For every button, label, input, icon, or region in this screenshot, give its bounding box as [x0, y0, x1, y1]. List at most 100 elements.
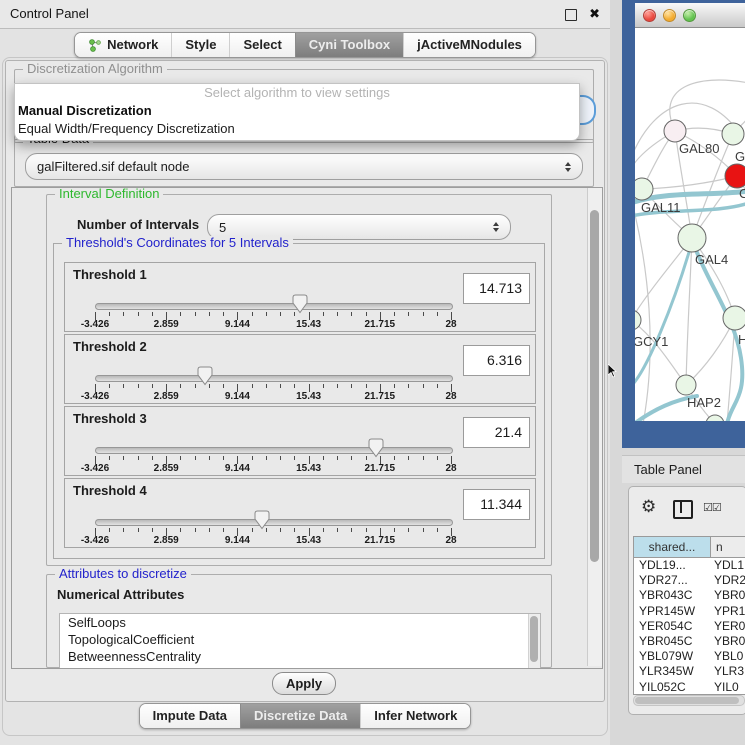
table-row[interactable]: YBR045CYBR0: [634, 634, 745, 649]
tick-mark: [437, 312, 438, 316]
zoom-button[interactable]: [683, 9, 696, 22]
tab-discretize-data[interactable]: Discretize Data: [240, 704, 360, 728]
list-item-betweennesscentrality[interactable]: BetweennessCentrality: [60, 648, 540, 665]
network-node-g[interactable]: [722, 123, 744, 145]
spinner-arrows-icon[interactable]: [558, 162, 582, 172]
table-row[interactable]: YDR27...YDR2: [634, 573, 745, 588]
tick-mark: [252, 456, 253, 460]
table-row[interactable]: YBL079WYBL0: [634, 649, 745, 664]
checkbox-icon[interactable]: ☑☑: [703, 501, 721, 514]
slider-thumb[interactable]: [254, 510, 270, 535]
list-item-topologicalcoefficient[interactable]: TopologicalCoefficient: [60, 631, 540, 648]
network-node-hap2[interactable]: [676, 375, 696, 395]
spinner-arrows-icon[interactable]: [486, 222, 510, 232]
network-canvas[interactable]: GAL80GCGAL11GAL4GCY1HHAP2: [635, 28, 745, 421]
node-attribute-table[interactable]: shared...n YDL19...YDL1YDR27...YDR2YBR04…: [633, 536, 745, 695]
tab-jactivemnodules[interactable]: jActiveMNodules: [403, 33, 535, 57]
threshold-value-field[interactable]: 21.4: [463, 417, 530, 448]
node-label: GCY1: [635, 334, 668, 349]
slider-track[interactable]: [95, 519, 453, 526]
column-header-shared-[interactable]: shared...: [634, 537, 711, 557]
tab-select[interactable]: Select: [229, 33, 294, 57]
network-node-gal80[interactable]: [664, 120, 686, 142]
slider-track[interactable]: [95, 447, 453, 454]
vertical-scrollbar[interactable]: [587, 188, 602, 666]
list-scrollbar[interactable]: [528, 614, 540, 668]
threshold-value-field[interactable]: 6.316: [463, 345, 530, 376]
column-header-n[interactable]: n: [711, 537, 745, 557]
float-window-icon[interactable]: [565, 9, 577, 21]
tab-label: Impute Data: [153, 708, 227, 723]
table-row[interactable]: YLR345WYLR3: [634, 664, 745, 679]
node-label: HAP2: [687, 395, 721, 410]
slider-thumb[interactable]: [292, 294, 308, 319]
tick-mark: [323, 384, 324, 388]
slider-thumb[interactable]: [197, 366, 213, 391]
table-data-combobox[interactable]: galFiltered.sif default node: [25, 153, 583, 180]
table-row[interactable]: YIL052CYIL0: [634, 680, 745, 695]
tick-mark: [337, 528, 338, 532]
tab-impute-data[interactable]: Impute Data: [140, 704, 240, 728]
tick-mark: [437, 528, 438, 532]
tab-style[interactable]: Style: [171, 33, 229, 57]
scrollbar-thumb[interactable]: [590, 210, 599, 562]
threshold-slider[interactable]: -3.4262.8599.14415.4321.71528: [95, 366, 451, 403]
table-cell: YBL079W: [634, 649, 710, 664]
table-row[interactable]: YPR145WYPR1: [634, 604, 745, 619]
threshold-value-field[interactable]: 14.713: [463, 273, 530, 304]
network-node-h[interactable]: [723, 306, 745, 330]
mouse-cursor: [608, 364, 618, 383]
dropdown-item-equal-width-frequency-discretization[interactable]: Equal Width/Frequency Discretization: [15, 120, 579, 138]
tick-mark: [394, 312, 395, 316]
tab-label: Style: [185, 37, 216, 52]
tick-mark: [138, 384, 139, 388]
tick-mark: [209, 312, 210, 316]
tick-mark: [180, 312, 181, 316]
network-node-c[interactable]: [725, 164, 745, 188]
threshold-slider[interactable]: -3.4262.8599.14415.4321.71528: [95, 294, 451, 331]
network-node-gal4[interactable]: [678, 224, 706, 252]
slider-track[interactable]: [95, 303, 453, 310]
table-row[interactable]: YER054CYER0: [634, 619, 745, 634]
tick-mark: [423, 456, 424, 460]
slider-thumb[interactable]: [368, 438, 384, 463]
network-node-gal11[interactable]: [635, 178, 653, 200]
tick-mark: [109, 384, 110, 388]
table-row[interactable]: YDL19...YDL1: [634, 558, 745, 573]
tab-network[interactable]: Network: [75, 33, 171, 57]
tick-mark: [408, 456, 409, 460]
dropdown-item-manual-discretization[interactable]: Manual Discretization: [15, 102, 579, 120]
gear-icon[interactable]: ⚙: [641, 497, 656, 517]
tick-mark: [337, 312, 338, 316]
tick-mark: [252, 528, 253, 532]
dropdown-placeholder-item[interactable]: Select algorithm to view settings: [15, 84, 579, 102]
tick-mark: [280, 528, 281, 532]
tab-infer-network[interactable]: Infer Network: [360, 704, 470, 728]
threshold-slider[interactable]: -3.4262.8599.14415.4321.71528: [95, 510, 451, 547]
tick-label: 2.859: [154, 319, 179, 330]
tick-mark: [437, 384, 438, 388]
scrollbar-thumb[interactable]: [635, 697, 739, 704]
minimize-button[interactable]: [663, 9, 676, 22]
table-cell: YLR3: [710, 664, 745, 679]
tick-mark: [109, 528, 110, 532]
apply-button[interactable]: Apply: [272, 672, 336, 695]
list-item-selfloops[interactable]: SelfLoops: [60, 614, 540, 631]
tick-label: 2.859: [154, 463, 179, 474]
table-row[interactable]: YBR043CYBR0: [634, 588, 745, 603]
slider-track[interactable]: [95, 375, 453, 382]
columns-icon[interactable]: [673, 500, 693, 519]
number-of-intervals-label: Number of Intervals: [77, 217, 199, 232]
table-cell: YPR145W: [634, 604, 710, 619]
tick-label: 21.715: [365, 463, 396, 474]
network-view-window[interactable]: GAL80GCGAL11GAL4GCY1HHAP2: [622, 0, 745, 448]
close-button[interactable]: [643, 9, 656, 22]
close-icon[interactable]: ✖: [589, 4, 600, 24]
threshold-value-field[interactable]: 11.344: [463, 489, 530, 520]
threshold-slider[interactable]: -3.4262.8599.14415.4321.71528: [95, 438, 451, 475]
tick-label: 21.715: [365, 535, 396, 546]
tick-mark: [252, 384, 253, 388]
horizontal-scrollbar[interactable]: [633, 695, 745, 706]
tab-cyni-toolbox[interactable]: Cyni Toolbox: [295, 33, 403, 57]
numerical-attributes-list[interactable]: SelfLoopsTopologicalCoefficientBetweenne…: [59, 613, 541, 669]
